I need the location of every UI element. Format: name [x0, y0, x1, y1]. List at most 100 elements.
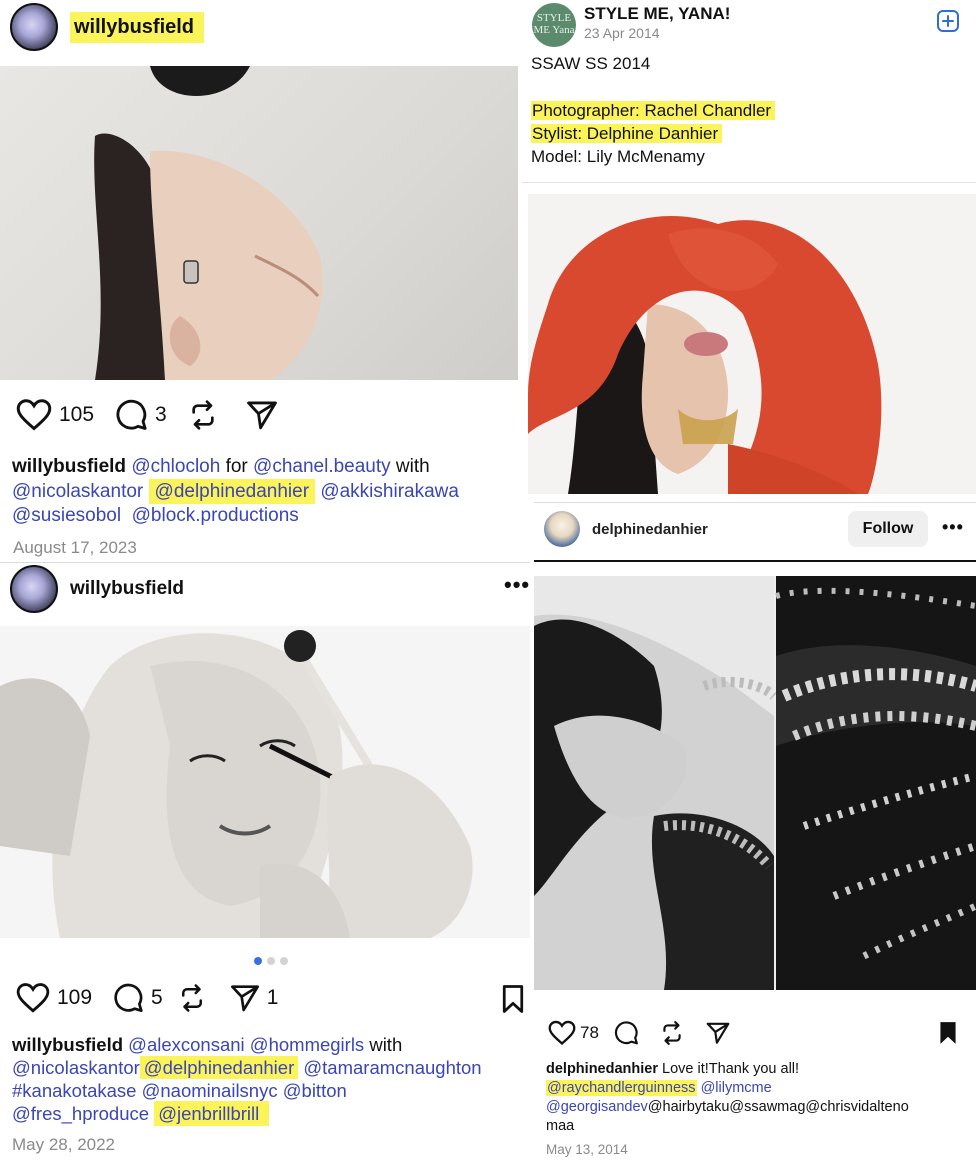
caption-line: willybusfield @chlocloh for @chanel.beau…	[12, 455, 518, 480]
post-header: delphinedanhier	[544, 511, 708, 547]
caption-line: #kanakotakase @naominailsnyc @bitton	[12, 1079, 530, 1102]
follow-button[interactable]: Follow	[848, 511, 928, 547]
caption-text: with	[390, 456, 430, 477]
follow-label: Follow	[862, 520, 914, 537]
post-caption: delphinedanhier Love it!Thank you all! @…	[546, 1060, 976, 1136]
post-photo[interactable]	[528, 194, 976, 494]
post-photo[interactable]	[0, 626, 530, 938]
caption-text: Love it!Thank you all!	[662, 1061, 800, 1077]
caption-line: @nicolaskantor @delphinedanhier @akkishi…	[12, 478, 518, 505]
share-count: 1	[266, 986, 279, 1009]
post-delphinedanhier: delphinedanhier Follow ••• 78 delphineda…	[534, 502, 976, 1165]
mention[interactable]: @akkishirakawa	[320, 481, 459, 502]
caption-username[interactable]: delphinedanhier	[546, 1061, 658, 1077]
mention[interactable]: @naominailsnyc	[142, 1080, 278, 1101]
username[interactable]: willybusfield	[70, 578, 184, 600]
post-title: SSAW SS 2014	[531, 54, 651, 73]
logo-text: STYLE ME Yana	[533, 12, 575, 36]
like-count: 109	[57, 986, 93, 1009]
comment-icon[interactable]	[114, 398, 148, 432]
mention[interactable]: @chanel.beauty	[253, 456, 391, 477]
post-willybusfield-2023: willybusfield 105 3 willybusfield @chloc…	[0, 0, 518, 560]
makeup-portrait-image	[0, 630, 473, 938]
caption-text: for	[220, 456, 254, 477]
repost-icon[interactable]	[177, 982, 207, 1014]
mention[interactable]: @hommegirls	[250, 1034, 364, 1055]
post-body: SSAW SS 2014 Photographer: Rachel Chandl…	[531, 52, 776, 168]
caption-username[interactable]: willybusfield	[12, 1034, 123, 1055]
mention-highlighted[interactable]: @delphinedanhier	[148, 478, 316, 504]
mention[interactable]: @lilymcme	[701, 1080, 772, 1096]
avatar[interactable]	[10, 565, 58, 613]
share-icon[interactable]	[229, 982, 261, 1014]
divider	[0, 562, 530, 563]
mention-highlighted[interactable]: @raychandlerguinness	[546, 1080, 697, 1096]
heart-icon[interactable]	[16, 982, 50, 1014]
caption-text: @hairbytaku@ssawmag@chrisvidalteno	[647, 1099, 909, 1115]
mention[interactable]: @susiesobol	[12, 505, 121, 526]
mention[interactable]: @chlocloh	[131, 456, 220, 477]
more-options-icon[interactable]: •••	[942, 517, 964, 538]
carousel-dot[interactable]	[267, 957, 275, 965]
post-styleme-yana: STYLE ME Yana STYLE ME, YANA! 23 Apr 201…	[522, 0, 976, 500]
heart-icon[interactable]	[16, 398, 52, 432]
credit-photographer: Photographer: Rachel Chandler	[531, 101, 776, 120]
mention[interactable]: @alexconsani	[128, 1034, 244, 1055]
caption-line: willybusfield @alexconsani @hommegirls w…	[12, 1033, 530, 1056]
post-header: willybusfield	[10, 565, 184, 613]
carousel-dot[interactable]	[280, 957, 288, 965]
heart-icon[interactable]	[548, 1020, 576, 1046]
repost-icon[interactable]	[659, 1020, 685, 1046]
caption-line: @susiesobol @block.productions	[12, 504, 518, 529]
vertical-divider	[530, 500, 534, 1165]
mention-highlighted[interactable]: @jenbrillbrill	[154, 1101, 270, 1126]
blog-title[interactable]: STYLE ME, YANA!	[584, 4, 730, 24]
share-icon[interactable]	[705, 1020, 731, 1046]
caption-line: @fres_hproduce @jenbrillbrill	[12, 1101, 530, 1126]
like-count: 105	[59, 403, 95, 426]
mention[interactable]: @tamaramcnaughton	[303, 1057, 481, 1078]
model-red-sweater-image	[528, 215, 882, 494]
post-date: May 28, 2022	[12, 1135, 116, 1154]
post-photo[interactable]	[0, 66, 518, 380]
caption-line: delphinedanhier Love it!Thank you all!	[546, 1060, 976, 1079]
divider	[534, 560, 976, 562]
hashtag[interactable]: #kanakotakase	[12, 1080, 136, 1101]
username[interactable]: willybusfield	[70, 11, 205, 43]
username[interactable]: delphinedanhier	[592, 521, 708, 538]
carousel-dot-active[interactable]	[254, 957, 262, 965]
plus-square-icon[interactable]	[936, 9, 960, 33]
post-caption: willybusfield @alexconsani @hommegirls w…	[12, 1033, 530, 1126]
bookmark-icon[interactable]	[500, 984, 526, 1014]
mention[interactable]: @nicolaskantor	[12, 481, 143, 502]
credit-stylist: Stylist: Delphine Danhier	[531, 124, 723, 143]
avatar[interactable]	[10, 3, 58, 51]
black-white-collage-image	[534, 576, 976, 990]
post-header: STYLE ME Yana STYLE ME, YANA! 23 Apr 201…	[532, 3, 730, 47]
avatar[interactable]	[544, 511, 580, 547]
mention-highlighted[interactable]: @delphinedanhier	[139, 1056, 299, 1079]
mention[interactable]: @bitton	[283, 1080, 347, 1101]
comment-icon[interactable]	[613, 1020, 639, 1046]
more-options-icon[interactable]: •••	[504, 572, 530, 598]
comment-count: 5	[151, 986, 163, 1009]
repost-icon[interactable]	[187, 398, 219, 432]
action-bar: 78	[548, 1020, 731, 1046]
mention[interactable]: @fres_hproduce	[12, 1103, 149, 1124]
caption-line: maa	[546, 1118, 575, 1134]
comment-icon[interactable]	[112, 982, 144, 1014]
mention[interactable]: @georgisandev	[546, 1099, 648, 1115]
vertical-divider	[518, 0, 522, 560]
post-photo[interactable]	[534, 576, 976, 990]
post-date: 23 Apr 2014	[584, 25, 660, 41]
comment-count: 3	[155, 403, 167, 426]
blog-logo[interactable]: STYLE ME Yana	[532, 3, 576, 47]
mention[interactable]: @block.productions	[132, 505, 299, 526]
share-icon[interactable]	[245, 398, 279, 432]
like-count: 78	[580, 1023, 599, 1042]
bookmark-filled-icon[interactable]	[936, 1020, 960, 1046]
caption-username[interactable]: willybusfield	[12, 456, 126, 477]
caption-line: @raychandlerguinness @lilymcme	[546, 1079, 976, 1098]
post-date: August 17, 2023	[13, 538, 137, 557]
mention[interactable]: @nicolaskantor	[12, 1057, 140, 1078]
